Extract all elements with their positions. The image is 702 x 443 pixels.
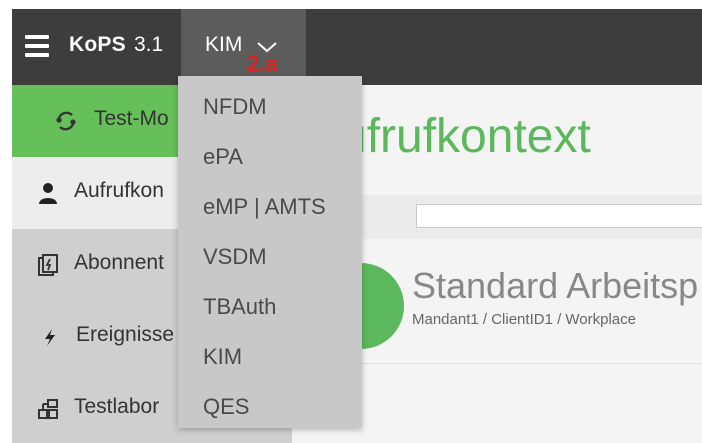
menu-item-kim[interactable]: KIM: [178, 331, 362, 381]
page-title: ufrufkontext: [340, 110, 591, 163]
menu-item-label: ePA: [203, 144, 243, 169]
menu-item-epa[interactable]: ePA: [178, 131, 362, 181]
sidebar-item-label: Aufrufkon: [74, 179, 164, 202]
sidebar-item-label: Abonnent: [74, 251, 164, 274]
menu-item-emp-amts[interactable]: eMP | AMTS: [178, 181, 362, 231]
kim-dropdown-menu: NFDM ePA eMP | AMTS VSDM TBAuth KIM QES: [178, 76, 362, 428]
step-annotation-marker: 2.a: [247, 51, 278, 76]
app-version: 3.1: [134, 33, 164, 56]
user-icon: [39, 183, 57, 204]
lab-icon: [38, 399, 58, 419]
kim-menu-label: KIM: [205, 33, 243, 56]
menu-item-label: TBAuth: [203, 294, 277, 319]
workspace-path: Mandant1 / ClientID1 / Workplace: [412, 311, 636, 328]
app-window: KoPS 3.1 KIM 2.a Test-Mo Aufrufkon Abonn…: [12, 9, 702, 443]
hamburger-menu-icon[interactable]: [25, 35, 49, 57]
subscription-icon: [38, 254, 58, 276]
sidebar-item-label: Test-Mo: [94, 107, 169, 130]
menu-item-label: QES: [203, 394, 250, 419]
menu-item-nfdm[interactable]: NFDM: [178, 81, 362, 131]
sidebar-item-label: Ereignisse: [76, 323, 175, 346]
filter-input[interactable]: [416, 204, 702, 228]
kim-menu-button[interactable]: KIM: [181, 9, 306, 85]
menu-item-label: KIM: [203, 344, 243, 369]
bolt-icon: [45, 329, 55, 346]
workspace-title[interactable]: Standard Arbeitsp: [412, 265, 698, 307]
menu-item-tbauth[interactable]: TBAuth: [178, 281, 362, 331]
sidebar-item-label: Testlabor: [74, 395, 160, 418]
menu-item-label: eMP | AMTS: [203, 194, 326, 219]
menu-item-vsdm[interactable]: VSDM: [178, 231, 362, 281]
sync-icon: [56, 111, 76, 131]
menu-item-qes[interactable]: QES: [178, 381, 362, 431]
menu-item-label: VSDM: [203, 244, 267, 269]
menu-item-label: NFDM: [203, 94, 267, 119]
top-navigation-bar: KoPS 3.1 KIM 2.a: [12, 9, 702, 85]
app-name: KoPS: [69, 33, 126, 56]
